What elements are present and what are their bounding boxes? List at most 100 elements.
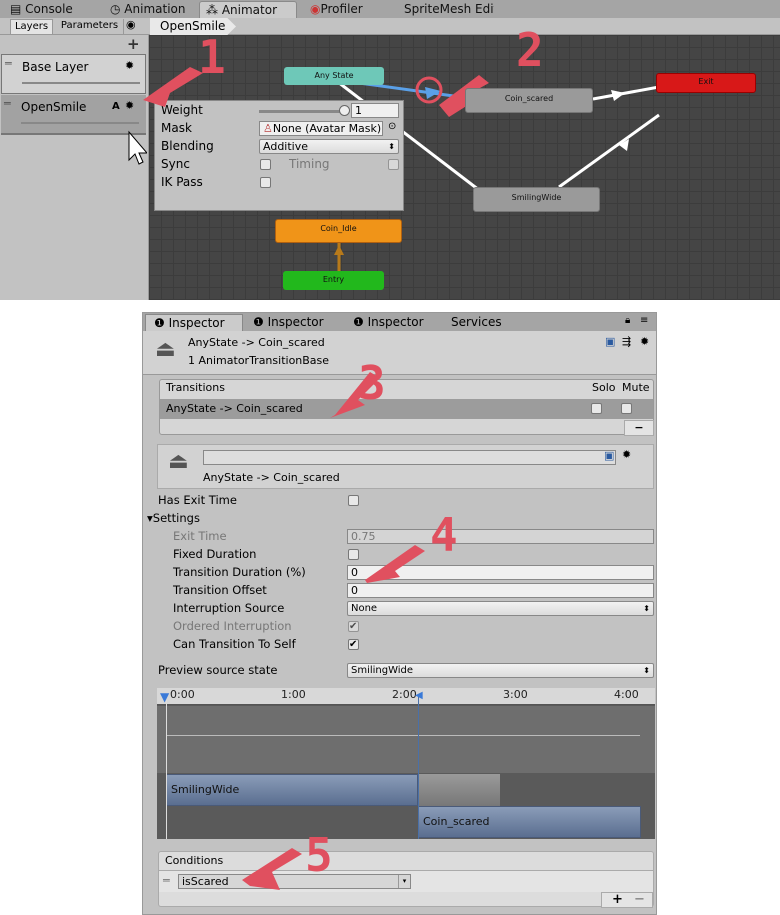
lock-icon[interactable]: 🔒︎	[625, 315, 630, 326]
transition-marker-icon[interactable]: ◀	[415, 690, 423, 701]
transition-overlap[interactable]	[418, 774, 500, 806]
clock-icon: ◷	[110, 2, 125, 16]
inspector-window: ❶ Inspector ❶ Inspector ❶ Inspector Serv…	[142, 312, 657, 915]
tab-animator[interactable]: ⁂ Animator	[199, 1, 297, 18]
layers-panel: + ═ Base Layer ✹ ═ OpenSmile A ✹	[0, 35, 149, 300]
drag-handle-icon[interactable]: ═	[4, 97, 11, 110]
info-icon: ❶	[353, 315, 368, 329]
transition-list-item[interactable]: AnyState -> Coin_scared	[160, 399, 653, 419]
object-picker-icon[interactable]: ⊙	[388, 121, 396, 132]
animator-icon: ⁂	[206, 3, 222, 17]
weight-slider-thumb[interactable]	[339, 105, 350, 116]
tab-services[interactable]: Services	[443, 314, 541, 331]
drag-handle-icon[interactable]: ═	[163, 874, 170, 887]
ordered-interruption-checkbox[interactable]: ✔	[348, 621, 359, 632]
playhead[interactable]	[166, 700, 167, 839]
eye-icon[interactable]: ◉	[126, 18, 136, 31]
profiler-icon: ◉	[310, 2, 321, 16]
animator-toolbar: Layers Parameters ◉ OpenSmile	[0, 18, 780, 35]
tab-profiler[interactable]: ◉Profiler	[304, 1, 394, 18]
annotation-number: 5	[305, 828, 333, 882]
transition-start-marker[interactable]	[418, 694, 419, 839]
layers-tab[interactable]: Layers	[10, 19, 53, 35]
transition-icon: ⏏	[168, 449, 189, 474]
has-exit-time-checkbox[interactable]	[348, 495, 359, 506]
transition-detail-header: ⏏ ▣ ✹ AnyState -> Coin_scared	[157, 444, 654, 489]
ik-pass-checkbox[interactable]	[260, 177, 271, 188]
tick-label: 0:00	[170, 688, 195, 701]
layer-settings-popup: Weight 1 Mask ♙None (Avatar Mask) ⊙ Blen…	[154, 100, 404, 211]
transition-offset-input[interactable]: 0	[347, 583, 654, 598]
additive-badge: A	[112, 101, 120, 112]
parameters-tab[interactable]: Parameters	[56, 19, 124, 35]
dropdown-arrows-icon: ⬍	[643, 666, 650, 675]
sync-checkbox[interactable]	[260, 159, 271, 170]
weight-slider[interactable]	[259, 110, 345, 113]
gear-icon[interactable]: ✹	[125, 99, 134, 112]
tab-inspector[interactable]: ❶ Inspector	[345, 314, 443, 331]
dropdown-arrows-icon: ⬍	[643, 604, 650, 613]
console-icon: ▤	[10, 2, 26, 16]
tab-inspector[interactable]: ❶ Inspector	[145, 314, 243, 331]
tab-inspector[interactable]: ❶ Inspector	[245, 314, 343, 331]
dropdown-arrows-icon: ⬍	[388, 142, 395, 151]
transition-line	[592, 85, 660, 101]
remove-condition-button[interactable]: −	[634, 892, 645, 907]
annotation-arrow-1	[143, 67, 203, 107]
mute-checkbox[interactable]	[621, 403, 632, 414]
avatar-mask-icon: ♙	[263, 122, 273, 135]
add-condition-button[interactable]: +	[612, 892, 623, 907]
add-layer-button[interactable]: +	[127, 35, 140, 53]
gear-icon[interactable]: ✹	[125, 59, 134, 72]
state-entry[interactable]: Entry	[283, 271, 384, 290]
help-icon[interactable]: ▣	[605, 335, 615, 348]
state-coin-idle[interactable]: Coin_Idle	[275, 219, 402, 243]
inspector-header: ⏏ AnyState -> Coin_scared 1 AnimatorTran…	[143, 331, 656, 375]
state-any-state[interactable]: Any State	[284, 67, 384, 85]
tab-console[interactable]: ▤ Console	[4, 1, 94, 18]
preset-icon[interactable]: ⇶	[622, 335, 631, 348]
tab-animation[interactable]: ◷ Animation	[104, 1, 194, 18]
tick-label: 2:00	[392, 688, 417, 701]
layer-item[interactable]: ═ Base Layer ✹	[1, 54, 146, 94]
blending-dropdown[interactable]: Additive ⬍	[259, 139, 399, 154]
remove-transition-button[interactable]: −	[624, 420, 654, 436]
layer-item[interactable]: ═ OpenSmile A ✹	[1, 95, 146, 135]
preview-source-dropdown[interactable]: SmilingWide ⬍	[347, 663, 654, 678]
mask-field[interactable]: ♙None (Avatar Mask)	[259, 121, 383, 136]
interruption-source-dropdown[interactable]: None ⬍	[347, 601, 654, 616]
drag-handle-icon[interactable]: ═	[5, 57, 12, 70]
transition-name-input[interactable]	[203, 450, 616, 465]
state-exit[interactable]: Exit	[656, 73, 756, 93]
editor-tab-bar: ▤ Console ◷ Animation ⁂ Animator ◉Profil…	[0, 0, 780, 18]
annotation-number: 2	[516, 23, 544, 77]
menu-icon[interactable]: ≡	[640, 315, 648, 326]
selected-transition-line	[358, 81, 462, 99]
state-coin-scared[interactable]: Coin_scared	[465, 88, 593, 113]
gear-icon[interactable]: ✹	[622, 448, 631, 461]
transition-line	[558, 113, 660, 189]
gear-icon[interactable]: ✹	[640, 335, 649, 348]
help-icon[interactable]: ▣	[604, 449, 614, 462]
state-smilingwide[interactable]: SmilingWide	[473, 187, 600, 212]
annotation-arrow-4	[365, 545, 425, 583]
source-state-clip[interactable]: SmilingWide	[166, 774, 418, 806]
timing-checkbox[interactable]	[388, 159, 399, 170]
weight-curve	[166, 735, 640, 736]
tab-spritemesh-editor[interactable]: SpriteMesh Edit	[398, 1, 494, 18]
annotation-number: 3	[358, 356, 386, 410]
condition-buttons: + −	[601, 892, 653, 908]
mouse-cursor-icon	[128, 130, 147, 165]
tick-label: 3:00	[503, 688, 528, 701]
settings-foldout[interactable]: ▾Settings	[147, 511, 200, 525]
playhead-marker-icon[interactable]: ▼	[160, 690, 169, 704]
solo-checkbox[interactable]	[591, 403, 602, 414]
info-icon: ❶	[253, 315, 268, 329]
weight-input[interactable]: 1	[351, 103, 399, 118]
can-transition-to-self-checkbox[interactable]: ✔	[348, 639, 359, 650]
transition-timeline[interactable]: 0:00 1:00 2:00 3:00 4:00 SmilingWide Coi…	[157, 688, 655, 839]
destination-state-clip[interactable]: Coin_scared	[418, 806, 641, 838]
tick-label: 1:00	[281, 688, 306, 701]
info-icon: ❶	[154, 316, 169, 330]
annotation-number: 1	[198, 30, 226, 84]
